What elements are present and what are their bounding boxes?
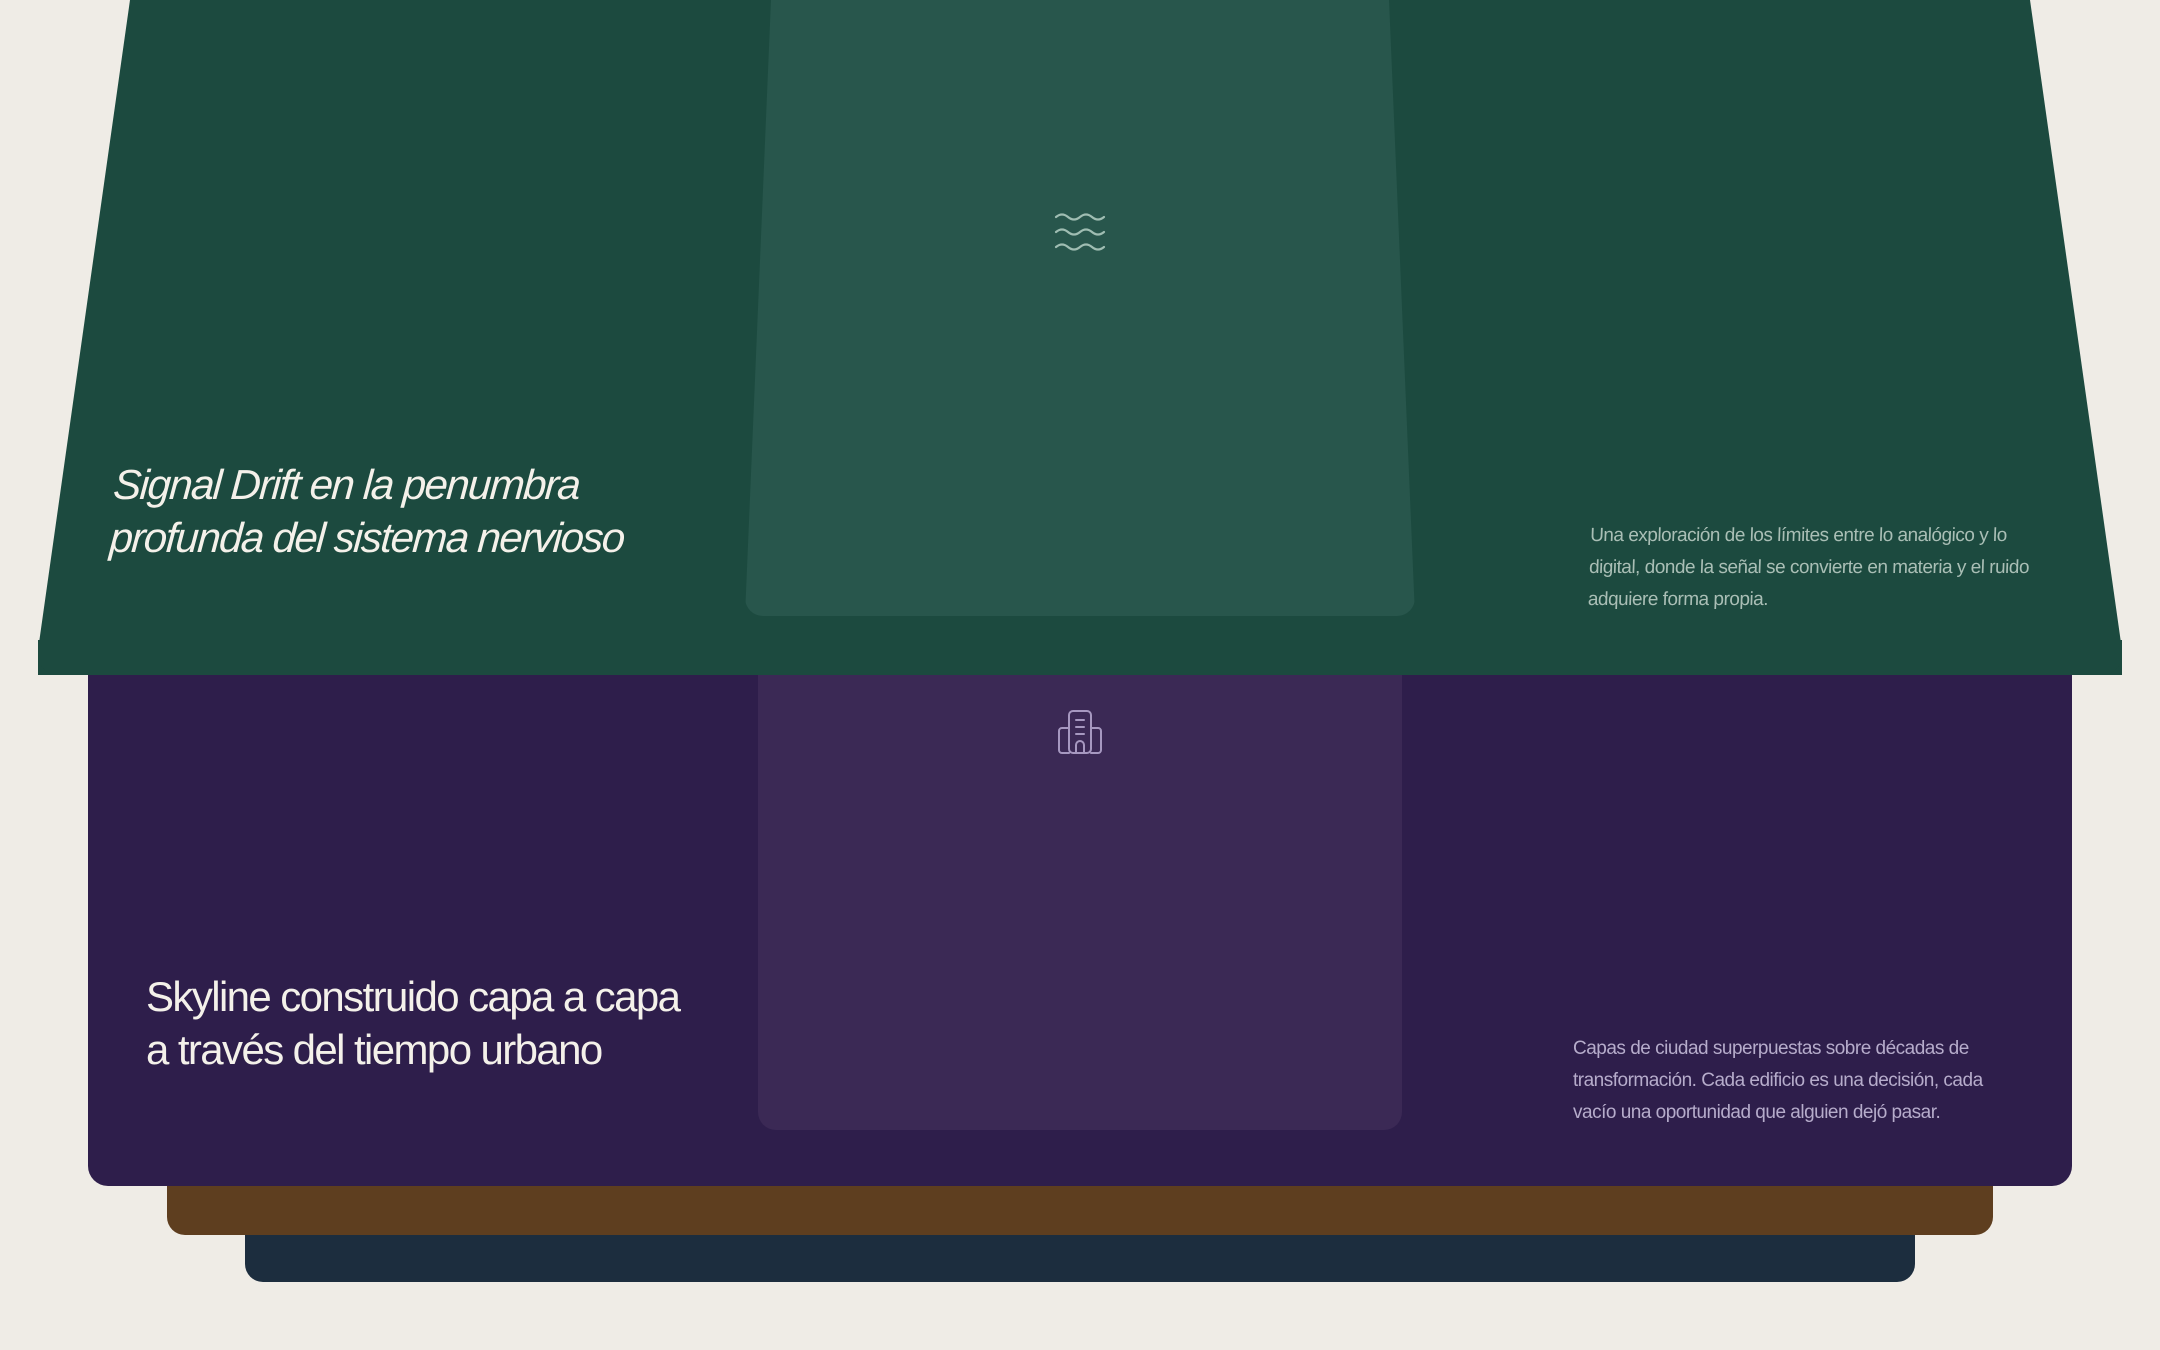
card-signal-drift-bottom-edge <box>38 640 2122 675</box>
card-signal-drift-title: Signal Drift en la penumbra profunda del… <box>108 461 626 561</box>
card-signal-drift-media-panel <box>745 0 1415 616</box>
card-stack: Skyline construido capa a capa a través … <box>0 0 2160 1350</box>
card-signal-drift-description: Una exploración de los límites entre lo … <box>1587 525 2030 610</box>
card-skyline-title: Skyline construido capa a capa a través … <box>146 973 681 1073</box>
card-skyline-description: Capas de ciudad superpuestas sobre décad… <box>1573 1038 1983 1123</box>
waves-icon <box>1054 213 1106 251</box>
building-icon <box>1058 710 1102 754</box>
